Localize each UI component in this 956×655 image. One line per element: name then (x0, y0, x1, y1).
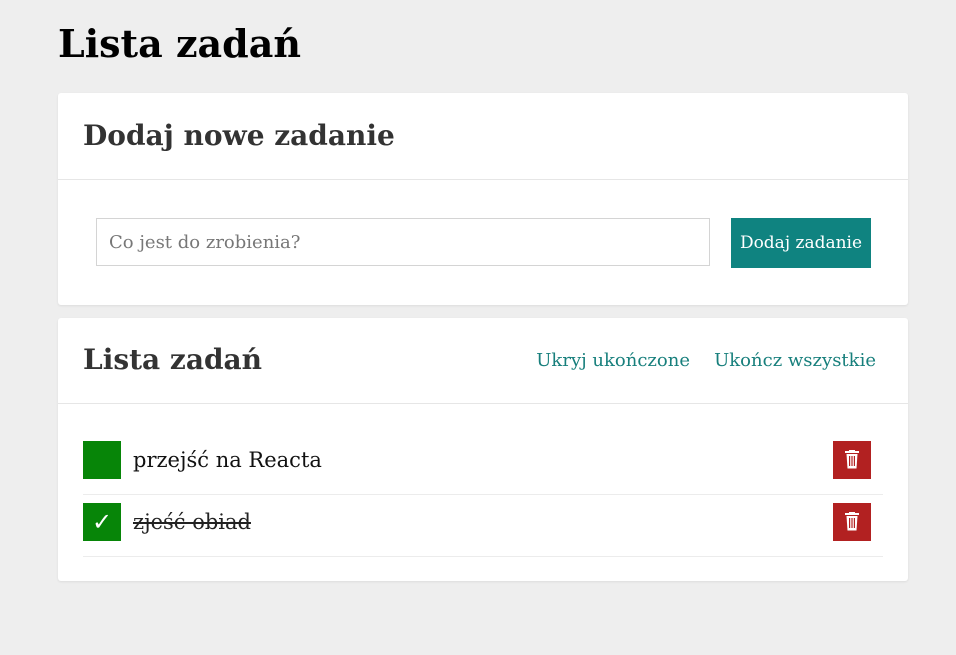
task-checkbox[interactable] (83, 441, 121, 479)
task-checkbox-checked[interactable]: ✓ (83, 503, 121, 541)
task-row: przejść na Reacta (83, 432, 883, 495)
delete-task-button[interactable] (833, 441, 871, 479)
add-task-card: Dodaj nowe zadanie Dodaj zadanie (58, 93, 908, 305)
add-task-button[interactable]: Dodaj zadanie (731, 218, 871, 268)
new-task-input[interactable] (96, 218, 710, 266)
task-text: zjeść obiad (133, 510, 251, 534)
hide-completed-link[interactable]: Ukryj ukończone (536, 349, 690, 373)
add-task-card-title: Dodaj nowe zadanie (83, 119, 395, 152)
task-list-card-header: Lista zadań Ukryj ukończone Ukończ wszys… (58, 318, 908, 404)
page-title: Lista zadań (58, 21, 301, 66)
trash-icon (845, 450, 859, 469)
task-row: ✓ zjeść obiad (83, 494, 883, 557)
complete-all-link[interactable]: Ukończ wszystkie (714, 349, 876, 373)
task-text: przejść na Reacta (133, 448, 322, 472)
task-list-card: Lista zadań Ukryj ukończone Ukończ wszys… (58, 318, 908, 581)
task-list-card-title: Lista zadań (83, 343, 263, 376)
trash-icon (845, 512, 859, 531)
add-task-card-header: Dodaj nowe zadanie (58, 93, 908, 180)
delete-task-button[interactable] (833, 503, 871, 541)
